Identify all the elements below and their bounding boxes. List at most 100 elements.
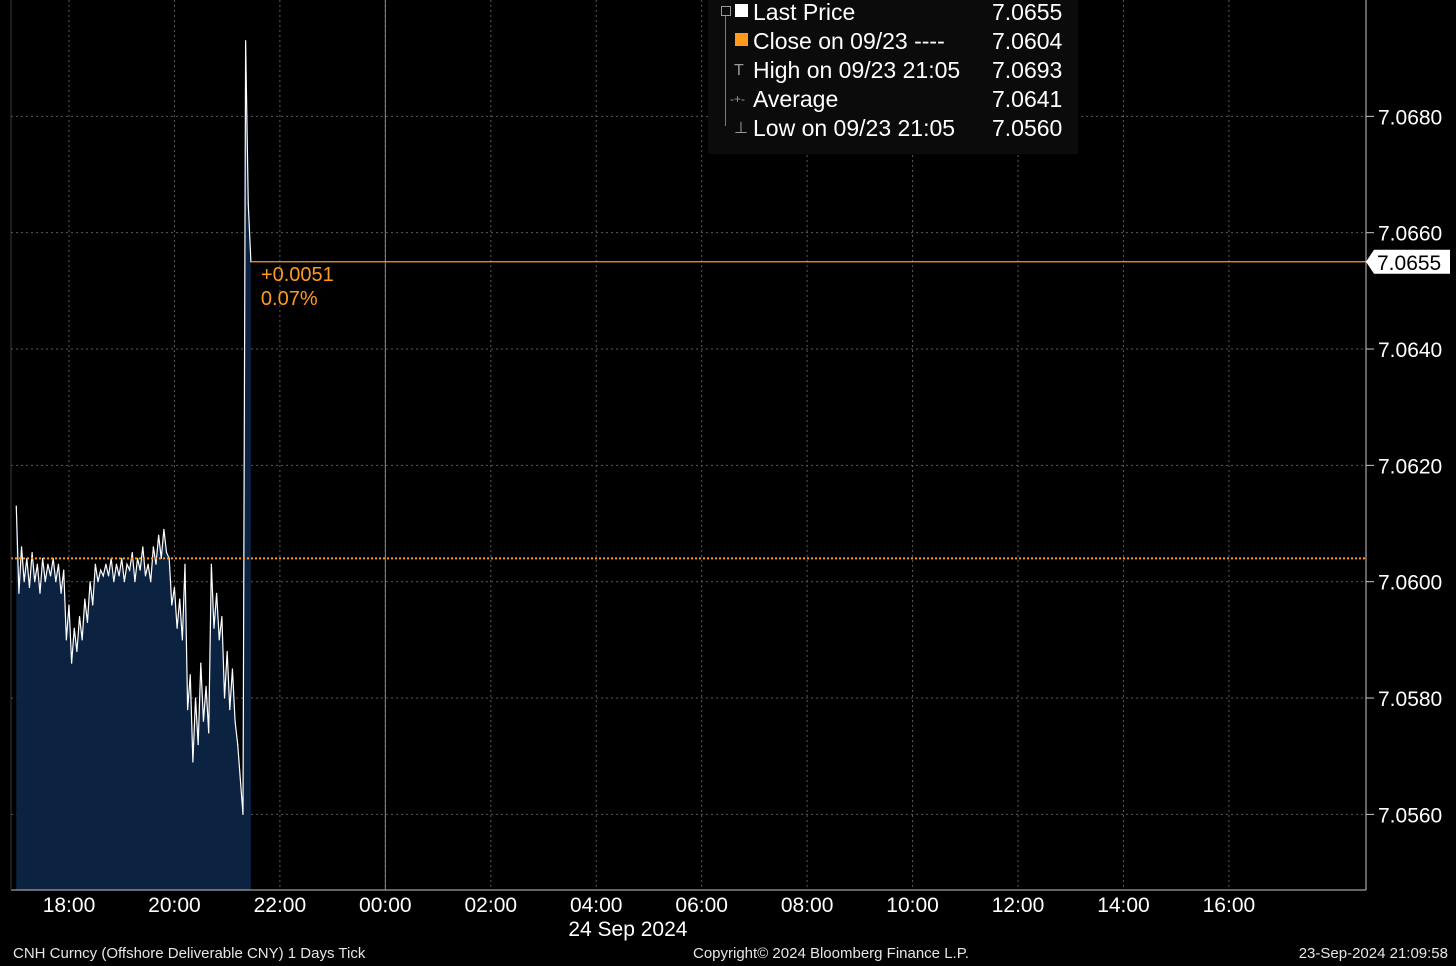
series-point [213,627,215,629]
series-point [165,552,168,554]
series-point [31,552,33,554]
x-tick-label: 12:00 [992,894,1045,917]
footer-security-label: CNH Curncy (Offshore Deliverable CNY) 1 … [13,945,366,962]
current-value-label: 7.0655 [1377,252,1441,275]
series-point [158,534,160,536]
chart-labels: 7.0560 7.0580 7.0600 7.0620 7.0640 7.0660 7.06… [43,106,1450,941]
series-point [81,639,83,641]
x-tick-label: 10:00 [886,894,939,917]
series-point [92,604,94,606]
series-point [115,563,118,565]
legend-value: 7.0693 [992,57,1063,83]
series-point [65,639,67,641]
legend-row-average[interactable]: -+- Average 7.0641 [708,85,1078,114]
change-pct-annotation: 0.07% [261,288,318,310]
series-point [163,528,165,530]
x-tick-label: 06:00 [675,894,728,917]
series-point [73,627,75,629]
series-point [118,575,120,577]
series-point [121,557,123,560]
series-point [242,813,244,815]
series-point [144,575,147,577]
series-point [60,592,62,594]
series-point [234,720,236,722]
x-tick-label: 20:00 [148,894,201,917]
series-point [15,505,17,507]
series-point [71,662,73,664]
x-tick-label: 18:00 [43,894,96,917]
series-point [200,662,202,664]
series-point [107,575,110,577]
x-tick-label: 02:00 [465,894,518,917]
series-point [20,546,23,548]
legend-value: 7.0641 [992,86,1063,112]
series-point [229,709,231,711]
series-point [36,563,38,565]
series-point [205,685,207,688]
series-point [49,575,52,577]
series-point [176,627,178,629]
legend-row-last-price[interactable]: Last Price 7.0655 [708,0,1078,27]
series-point [237,743,239,746]
average-dot-icon: -+- [730,92,745,106]
y-tick-label: 7.0680 [1378,106,1442,129]
series-point [47,563,49,565]
series-point [147,563,149,565]
series-point [113,581,115,583]
series-point [136,557,139,560]
series-point [100,569,102,571]
x-tick-label: 16:00 [1203,894,1256,917]
series-point [184,563,186,565]
series-point [134,581,136,583]
series-point [84,598,86,600]
legend-label: Last Price [753,0,856,25]
series-point [155,563,157,565]
series-point [194,697,197,699]
series-point [231,668,234,670]
series-point [218,639,220,641]
legend-row-high[interactable]: T High on 09/23 21:05 7.0693 [708,56,1078,85]
series-point [126,563,128,565]
footer-timestamp: 23-Sep-2024 21:09:58 [1298,945,1448,962]
series-point [97,581,99,583]
legend-label: Close on 09/23 ---- [753,28,945,54]
series-point [39,592,41,594]
legend-label: High on 09/23 21:05 [753,57,961,83]
series-point [94,563,96,565]
series-point [18,592,20,594]
series-point [181,639,183,641]
y-tick-label: 7.0640 [1378,339,1442,362]
y-tick-label: 7.0560 [1378,804,1442,827]
legend-value: 7.0655 [992,0,1063,25]
series-point [210,563,212,565]
series-point [23,581,25,583]
series-point [55,581,57,583]
x-tick-label: 22:00 [254,894,307,917]
white-square-icon [735,4,748,17]
legend-value: 7.0560 [992,115,1063,141]
footer-copyright: Copyright© 2024 Bloomberg Finance L.P. [693,945,969,962]
series-point [57,563,60,565]
series-point [76,650,78,653]
change-annotation: +0.0051 [261,264,334,286]
legend-row-close[interactable]: Close on 09/23 ---- 7.0604 [708,27,1078,56]
legend-row-low[interactable]: ⊥ Low on 09/23 21:05 7.0560 [708,114,1078,143]
y-tick-label: 7.0600 [1378,572,1442,595]
chart-legend[interactable]: Last Price 7.0655 Close on 09/23 ---- 7.… [708,0,1078,154]
series-point [202,720,205,722]
series-point [34,581,36,583]
series-point [150,581,152,583]
series-point [63,569,65,571]
series-point [142,546,144,548]
series-point [247,202,249,205]
reference-lines [11,261,1366,560]
series-point [221,616,223,618]
series-point [171,604,173,606]
series-point [28,586,31,589]
x-tick-label: 08:00 [781,894,834,917]
series-point [216,592,218,594]
legend-label: Average [753,86,839,112]
series-point [78,616,81,618]
x-date-label: 24 Sep 2024 [568,918,687,941]
series-point [68,604,70,606]
